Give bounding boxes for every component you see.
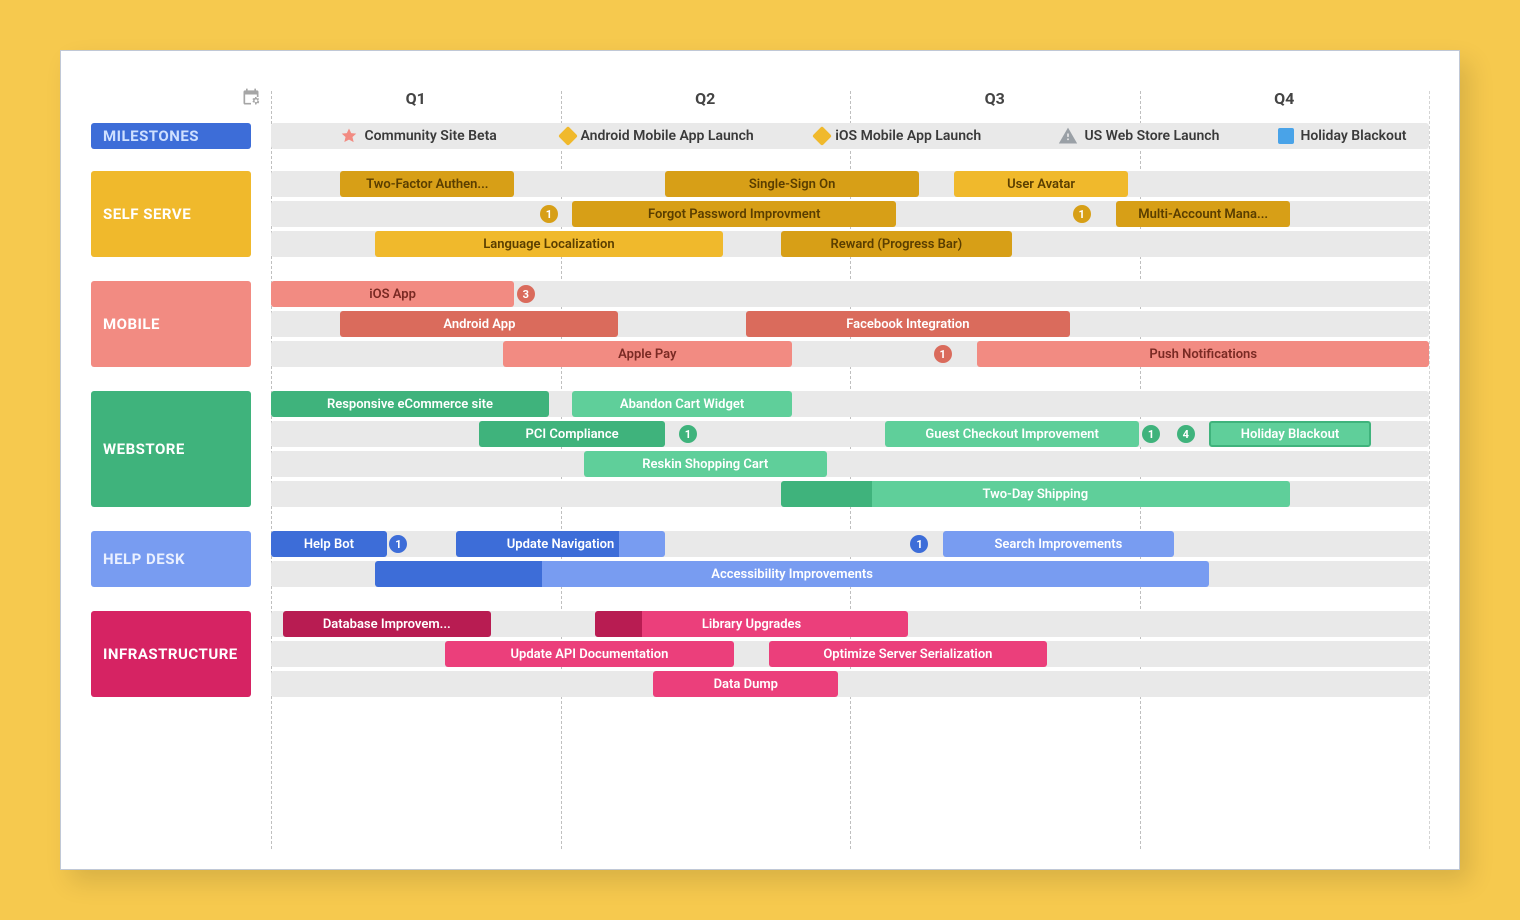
count-badge[interactable]: 3 [517, 285, 535, 303]
group-selfserve[interactable]: SELF SERVE [91, 171, 251, 257]
group-webstore[interactable]: WEBSTORE [91, 391, 251, 507]
roadmap-card: Q1 Q2 Q3 Q4 Community Site Beta Android … [60, 50, 1460, 870]
task-bar[interactable]: Single-Sign On [665, 171, 920, 197]
square-icon [1278, 128, 1294, 144]
milestone-label: Community Site Beta [364, 128, 496, 144]
milestone-label: iOS Mobile App Launch [835, 128, 981, 144]
milestone-item[interactable]: Community Site Beta [340, 127, 496, 145]
count-badge[interactable]: 1 [679, 425, 697, 443]
task-bar[interactable]: Android App [340, 311, 618, 337]
lane [271, 451, 1429, 477]
task-bar[interactable]: Library Upgrades [595, 611, 908, 637]
count-badge[interactable]: 4 [1177, 425, 1195, 443]
quarter-q4: Q4 [1274, 89, 1294, 108]
timeline-area: Q1 Q2 Q3 Q4 Community Site Beta Android … [271, 91, 1429, 849]
task-bar[interactable]: Search Improvements [943, 531, 1175, 557]
task-bar[interactable]: User Avatar [954, 171, 1128, 197]
task-bar[interactable]: Help Bot [271, 531, 387, 557]
milestone-label: Android Mobile App Launch [581, 128, 754, 144]
count-badge[interactable]: 1 [1073, 205, 1091, 223]
quarter-q2: Q2 [695, 89, 715, 108]
lane [271, 531, 1429, 557]
diamond-icon [561, 129, 575, 143]
task-bar[interactable]: Reskin Shopping Cart [584, 451, 827, 477]
group-milestones[interactable]: MILESTONES [91, 123, 251, 149]
task-label: Two-Day Shipping [982, 487, 1088, 502]
task-bar[interactable]: Guest Checkout Improvement [885, 421, 1140, 447]
task-bar[interactable]: Database Improvem... [283, 611, 491, 637]
task-bar[interactable]: Push Notifications [977, 341, 1429, 367]
task-bar[interactable]: Data Dump [653, 671, 838, 697]
group-infra[interactable]: INFRASTRUCTURE [91, 611, 251, 697]
task-label: Accessibility Improvements [711, 567, 873, 582]
gantt-chart: Q1 Q2 Q3 Q4 Community Site Beta Android … [91, 91, 1429, 849]
task-bar[interactable]: PCI Compliance [479, 421, 664, 447]
task-bar[interactable]: Multi-Account Mana... [1116, 201, 1290, 227]
group-mobile[interactable]: MOBILE [91, 281, 251, 367]
task-bar[interactable]: Apple Pay [503, 341, 793, 367]
milestone-label: Holiday Blackout [1300, 128, 1406, 144]
milestone-item[interactable]: US Web Store Launch [1058, 126, 1219, 146]
star-icon [340, 127, 358, 145]
milestones-row: Community Site Beta Android Mobile App L… [271, 123, 1429, 149]
task-bar[interactable]: Update Navigation [456, 531, 664, 557]
task-bar[interactable]: Forgot Password Improvment [572, 201, 896, 227]
task-bar[interactable]: Update API Documentation [445, 641, 735, 667]
count-badge[interactable]: 1 [934, 345, 952, 363]
progress-segment [375, 561, 542, 587]
task-label: Library Upgrades [702, 617, 801, 632]
task-bar[interactable]: Facebook Integration [746, 311, 1070, 337]
task-bar[interactable]: Responsive eCommerce site [271, 391, 549, 417]
milestone-label: US Web Store Launch [1084, 128, 1219, 144]
count-badge[interactable]: 1 [1142, 425, 1160, 443]
quarter-q3: Q3 [985, 89, 1005, 108]
lane [271, 671, 1429, 697]
milestone-item[interactable]: iOS Mobile App Launch [815, 128, 981, 144]
task-bar[interactable]: Two-Factor Authen... [340, 171, 514, 197]
count-badge[interactable]: 1 [540, 205, 558, 223]
task-label: Update Navigation [507, 537, 614, 552]
task-bar[interactable]: Holiday Blackout [1209, 421, 1371, 447]
task-bar[interactable]: Accessibility Improvements [375, 561, 1209, 587]
diamond-icon [815, 129, 829, 143]
progress-segment [781, 481, 873, 507]
task-bar[interactable]: Optimize Server Serialization [769, 641, 1047, 667]
milestone-item[interactable]: Holiday Blackout [1278, 128, 1406, 144]
milestone-item[interactable]: Android Mobile App Launch [561, 128, 754, 144]
calendar-settings-icon[interactable] [241, 87, 261, 112]
warning-icon [1058, 126, 1078, 146]
quarter-q1: Q1 [406, 89, 426, 108]
task-bar[interactable]: Reward (Progress Bar) [781, 231, 1013, 257]
task-bar[interactable]: Two-Day Shipping [781, 481, 1291, 507]
task-bar[interactable]: Abandon Cart Widget [572, 391, 792, 417]
task-bar[interactable]: Language Localization [375, 231, 722, 257]
task-bar[interactable]: iOS App [271, 281, 514, 307]
progress-segment [595, 611, 642, 637]
group-helpdesk[interactable]: HELP DESK [91, 531, 251, 587]
